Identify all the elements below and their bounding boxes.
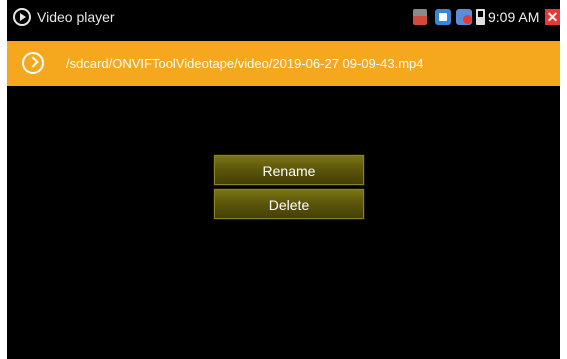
play-circle-icon [13,8,31,26]
video-player-screen: Video player 9:09 AM ✕ /sdcard/ONVIFTool… [7,0,560,359]
status-clock: 9:09 AM [488,9,540,25]
delete-button[interactable]: Delete [214,189,364,219]
rename-button[interactable]: Rename [214,155,364,185]
shield-icon [435,9,451,25]
sd-card-icon [413,9,427,25]
file-path: /sdcard/ONVIFToolVideotape/video/2019-06… [66,56,424,71]
play-chevron-icon[interactable] [22,52,44,74]
battery-icon [476,9,485,25]
blocked-icon [456,9,472,25]
file-path-bar: /sdcard/ONVIFToolVideotape/video/2019-06… [7,41,560,86]
close-icon[interactable]: ✕ [545,9,560,25]
title-bar: Video player 9:09 AM ✕ [7,0,560,36]
app-title: Video player [37,9,115,25]
